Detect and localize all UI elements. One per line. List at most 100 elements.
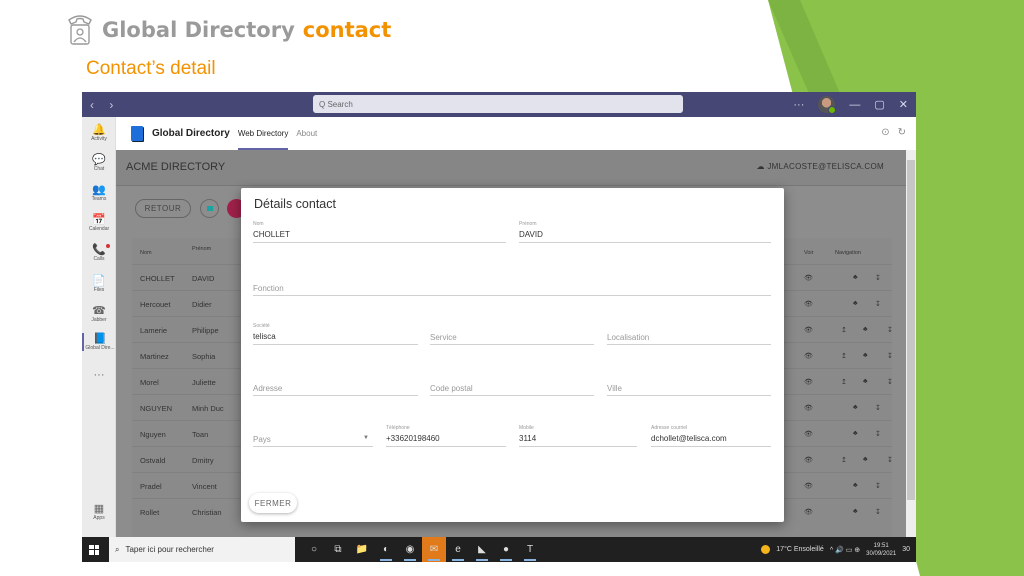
column-navigation: Navigation <box>835 250 861 256</box>
taskbar-task-view-icon[interactable]: ⧉ <box>326 537 350 562</box>
rail-chat[interactable]: 💬 Chat <box>82 154 116 172</box>
tray-icons[interactable]: ^ 🔊 ▭ ⊕ <box>830 546 860 554</box>
rail-teams[interactable]: 👥 Teams <box>82 184 116 202</box>
rail-activity[interactable]: 🔔 Activity <box>82 124 116 142</box>
clock[interactable]: 19:51 30/09/2021 <box>866 542 896 558</box>
taskbar-search-input[interactable]: ⌕ Taper ici pour rechercher <box>109 537 295 562</box>
taskbar-teams-classic-icon[interactable]: ◐ <box>374 537 398 562</box>
rail-global-directory[interactable]: 📘 Global Dire... <box>82 333 116 351</box>
org-chart-icon[interactable]: ♣ <box>853 300 858 307</box>
rail-jabber[interactable]: ☎ Jabber <box>82 305 116 323</box>
maximize-button[interactable]: ▢ <box>874 98 884 111</box>
up-arrow-icon[interactable]: ↥ <box>841 378 847 386</box>
teams-search-input[interactable]: Q Search <box>313 95 683 113</box>
taskbar-edge-icon[interactable]: e <box>446 537 470 562</box>
prenom-field[interactable]: Prénom DAVID <box>519 221 771 243</box>
up-arrow-icon[interactable]: ↥ <box>841 352 847 360</box>
org-chart-icon[interactable]: ♣ <box>853 482 858 489</box>
rail-more[interactable]: ··· <box>82 369 116 381</box>
code-postal-field[interactable]: Code postal <box>430 374 594 396</box>
taskbar-outlook-icon[interactable]: ✉ <box>422 537 446 562</box>
directory-title: ACME DIRECTORY <box>126 161 226 173</box>
apps-icon: ▦ <box>93 503 105 515</box>
refresh-icon[interactable]: ↻ <box>898 127 906 138</box>
adresse-field[interactable]: Adresse <box>253 374 418 396</box>
more-options-button[interactable]: ··· <box>793 99 804 111</box>
org-chart-icon[interactable]: ♣ <box>853 508 858 515</box>
up-arrow-icon[interactable]: ↥ <box>841 326 847 334</box>
cell-prenom: Philippe <box>192 326 219 335</box>
popout-icon[interactable]: ⊙ <box>881 127 889 138</box>
eye-icon[interactable]: 👁 <box>804 326 813 334</box>
bell-icon: 🔔 <box>92 124 106 136</box>
org-chart-icon[interactable]: ♣ <box>853 430 858 437</box>
down-arrow-icon[interactable]: ↧ <box>875 508 881 516</box>
mobile-field[interactable]: Mobile 3114 <box>519 425 637 447</box>
eye-icon[interactable]: 👁 <box>804 482 813 490</box>
eye-icon[interactable]: 👁 <box>804 430 813 438</box>
eye-icon[interactable]: 👁 <box>804 404 813 412</box>
nav-arrows[interactable]: ‹ › <box>90 98 119 112</box>
email-field[interactable]: Adresse courriel dchollet@telisca.com <box>651 425 771 447</box>
eye-icon[interactable]: 👁 <box>804 274 813 282</box>
down-arrow-icon[interactable]: ↧ <box>887 326 893 334</box>
notification-dot <box>106 244 110 248</box>
taskbar-visual-studio-icon[interactable]: ◣ <box>470 537 494 562</box>
nom-field[interactable]: Nom CHOLLET <box>253 221 506 243</box>
org-chart-icon[interactable]: ♣ <box>853 404 858 411</box>
cell-prenom: Dmitry <box>192 456 214 465</box>
taskbar-explorer-icon[interactable]: 📁 <box>350 537 374 562</box>
taskbar-teams-icon[interactable]: T <box>518 537 542 562</box>
taskbar-powerpoint-icon[interactable]: ● <box>494 537 518 562</box>
minimize-button[interactable]: — <box>849 99 860 111</box>
down-arrow-icon[interactable]: ↧ <box>887 456 893 464</box>
up-arrow-icon[interactable]: ↥ <box>841 456 847 464</box>
societe-field[interactable]: Société telisca <box>253 323 418 345</box>
down-arrow-icon[interactable]: ↧ <box>887 378 893 386</box>
taskbar-cortana-icon[interactable]: ○ <box>302 537 326 562</box>
column-prenom: Prénom <box>192 246 212 252</box>
notifications-icon[interactable]: 30 <box>902 546 910 553</box>
close-window-button[interactable]: ✕ <box>899 98 908 111</box>
down-arrow-icon[interactable]: ↧ <box>875 404 881 412</box>
rail-calls[interactable]: 📞 Calls <box>82 244 116 262</box>
org-chart-icon[interactable]: ♣ <box>863 326 868 333</box>
tab-web-directory[interactable]: Web Directory <box>237 117 288 150</box>
vertical-scrollbar[interactable] <box>906 150 916 537</box>
cell-nom: Hercouet <box>140 300 171 309</box>
org-chart-icon[interactable]: ♣ <box>863 352 868 359</box>
windows-start-icon[interactable] <box>89 544 99 555</box>
down-arrow-icon[interactable]: ↧ <box>887 352 893 360</box>
eye-icon[interactable]: 👁 <box>804 300 813 308</box>
teams-action-button[interactable] <box>200 199 219 218</box>
scrollbar-thumb[interactable] <box>907 160 915 500</box>
retour-button[interactable]: RETOUR <box>135 199 191 218</box>
service-field[interactable]: Service <box>430 323 594 345</box>
user-avatar[interactable] <box>818 96 837 114</box>
phone-contact-icon <box>68 15 92 45</box>
down-arrow-icon[interactable]: ↧ <box>875 430 881 438</box>
down-arrow-icon[interactable]: ↧ <box>875 274 881 282</box>
org-chart-icon[interactable]: ♣ <box>863 378 868 385</box>
org-chart-icon[interactable]: ♣ <box>863 456 868 463</box>
down-arrow-icon[interactable]: ↧ <box>875 482 881 490</box>
windows-taskbar: ⌕ Taper ici pour rechercher ○ ⧉ 📁 ◐ ◉ ✉ e ◣ ● T 17… <box>82 537 916 562</box>
eye-icon[interactable]: 👁 <box>804 352 813 360</box>
telephone-field[interactable]: Téléphone +33620198460 <box>386 425 506 447</box>
ville-field[interactable]: Ville <box>607 374 771 396</box>
eye-icon[interactable]: 👁 <box>804 378 813 386</box>
down-arrow-icon[interactable]: ↧ <box>875 300 881 308</box>
org-chart-icon[interactable]: ♣ <box>853 274 858 281</box>
rail-files[interactable]: 📄 Files <box>82 275 116 293</box>
pays-select[interactable]: Pays ▼ <box>253 425 373 447</box>
tab-about[interactable]: About <box>296 117 317 150</box>
localisation-field[interactable]: Localisation <box>607 323 771 345</box>
taskbar-webex-icon[interactable]: ◉ <box>398 537 422 562</box>
eye-icon[interactable]: 👁 <box>804 456 813 464</box>
fonction-field[interactable]: Fonction <box>253 274 771 296</box>
rail-apps[interactable]: ▦ Apps <box>82 503 116 521</box>
eye-icon[interactable]: 👁 <box>804 508 813 516</box>
rail-calendar[interactable]: 📅 Calendar <box>82 214 116 232</box>
weather-text[interactable]: 17°C Ensoleillé <box>776 546 824 553</box>
fermer-button[interactable]: FERMER <box>249 493 297 513</box>
